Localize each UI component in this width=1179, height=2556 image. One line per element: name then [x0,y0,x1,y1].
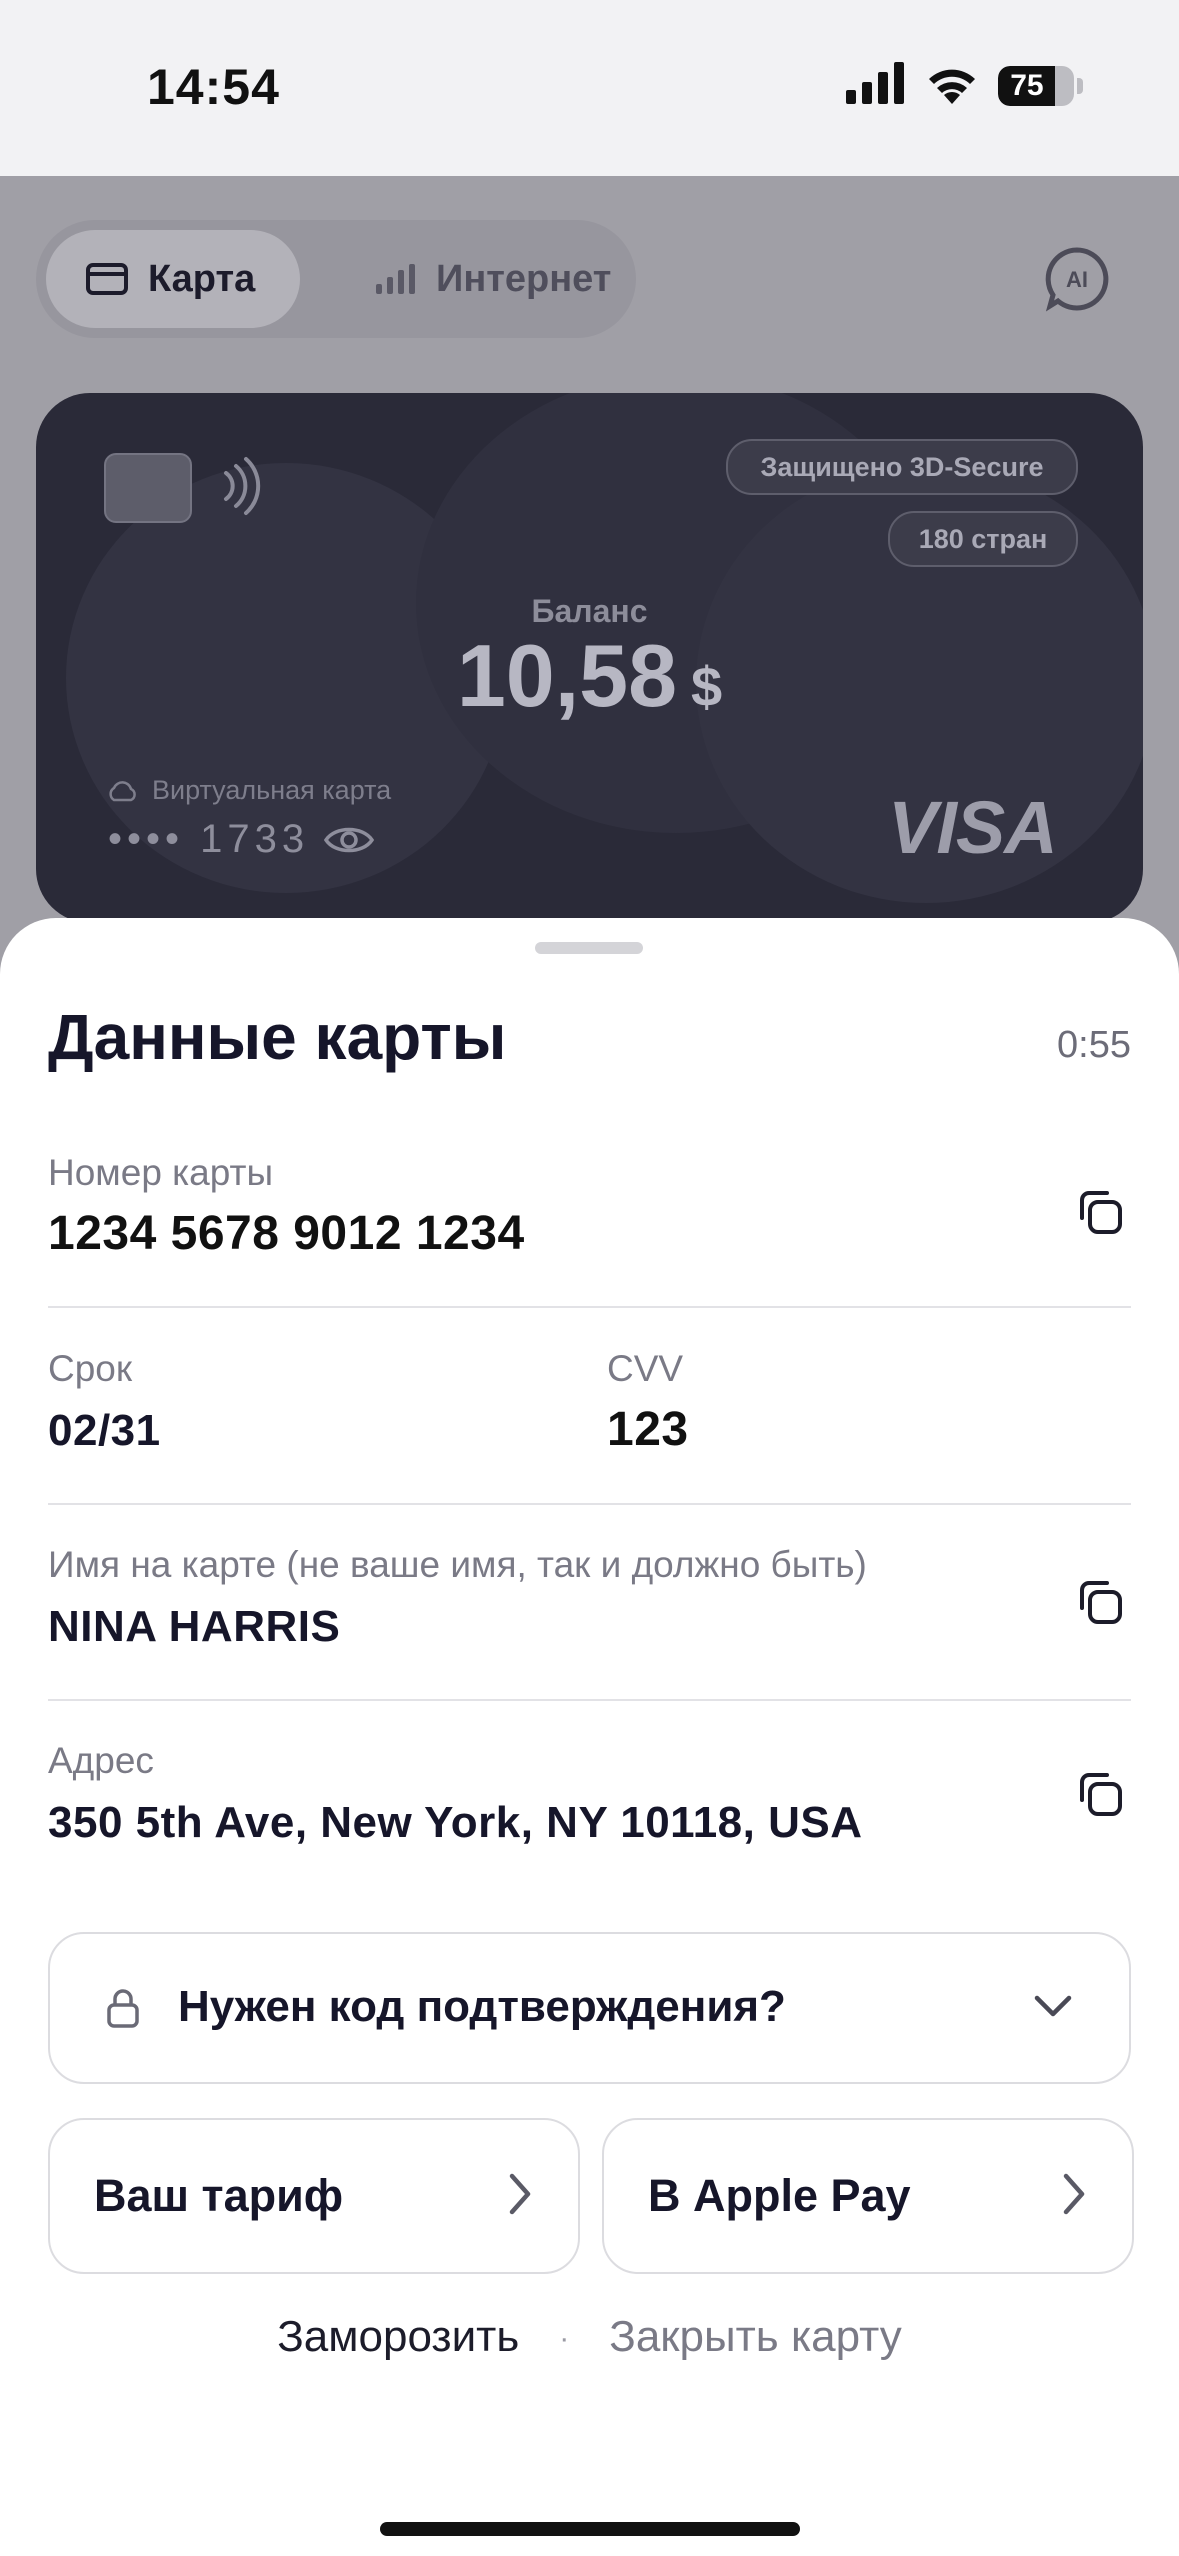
status-time: 14:54 [147,59,280,115]
tab-switcher: Карта Интернет [36,220,636,338]
freeze-card-link[interactable]: Заморозить [277,2312,519,2361]
chevron-right-icon [506,2170,534,2223]
card-number-label: Номер карты [48,1152,274,1193]
battery-cap [1077,78,1083,94]
battery-icon: 75 [998,66,1074,106]
lock-icon [106,1988,140,2033]
address-value: 350 5th Ave, New York, NY 10118, USA [48,1798,863,1847]
tab-card[interactable]: Карта [46,230,300,328]
confirmation-code-label: Нужен код подтверждения? [178,1982,786,2031]
battery-level: 75 [1010,69,1044,102]
card-details-sheet: Данные карты 0:55 Номер карты 1234 5678 … [0,918,1179,2556]
close-card-link[interactable]: Закрыть карту [609,2312,902,2361]
apple-pay-button[interactable]: В Apple Pay [602,2118,1134,2274]
card-icon [86,263,128,295]
cloud-icon [106,780,138,802]
divider [48,1306,1131,1308]
apple-pay-button-label: В Apple Pay [648,2170,911,2221]
cvv-value: 123 [607,1403,689,1456]
badge-countries: 180 стран [888,511,1078,567]
ai-chat-icon: AI [1045,247,1109,312]
balance: 10,58 $ [36,625,1143,727]
reveal-timer: 0:55 [1057,1024,1131,1066]
cardholder-name-value: NINA HARRIS [48,1602,341,1651]
visa-logo: VISA [888,786,1058,869]
chip-icon [104,453,192,523]
divider [48,1699,1131,1701]
wifi-icon [925,62,979,109]
signal-icon [376,264,416,294]
copy-name-icon[interactable] [1074,1576,1126,1633]
card-type-label: Виртуальная карта [152,775,392,805]
copy-address-icon[interactable] [1074,1768,1126,1825]
expiry-label: Срок [48,1348,133,1389]
sheet-title: Данные карты [48,1001,507,1073]
footer-links: Заморозить · Закрыть карту [0,2312,1179,2362]
home-indicator[interactable] [380,2522,800,2536]
address-label: Адрес [48,1740,154,1781]
tariff-button[interactable]: Ваш тариф [48,2118,580,2274]
card-type: Виртуальная карта [106,775,391,806]
card-number-value: 1234 5678 9012 1234 [48,1207,525,1260]
cellular-signal-icon [846,62,906,109]
chevron-down-icon [1033,1992,1073,2025]
tab-internet[interactable]: Интернет [336,230,636,328]
tariff-button-label: Ваш тариф [94,2170,344,2221]
link-separator: · [559,2322,570,2356]
badge-3d-secure: Защищено 3D-Secure [726,439,1078,495]
eye-icon[interactable] [323,823,375,857]
virtual-card[interactable]: Защищено 3D-Secure 180 стран Баланс 10,5… [36,393,1143,923]
confirmation-code-dropdown[interactable]: Нужен код подтверждения? [48,1932,1131,2084]
status-bar: 14:54 75 [0,0,1179,176]
chevron-right-icon [1060,2170,1088,2223]
balance-currency: $ [691,655,723,718]
cvv-label: CVV [607,1348,684,1389]
contactless-icon [220,451,264,526]
sheet-grabber[interactable] [535,942,643,954]
divider [48,1503,1131,1505]
masked-card-number: •••• 1733 [108,817,375,862]
balance-amount: 10,58 [456,626,678,725]
expiry-value: 02/31 [48,1406,161,1455]
tab-internet-label: Интернет [436,257,612,300]
ai-label: AI [1066,267,1088,292]
tab-card-label: Карта [148,257,256,300]
cardholder-name-label: Имя на карте (не ваше имя, так и должно … [48,1544,867,1585]
copy-card-number-icon[interactable] [1074,1186,1126,1243]
ai-chat-button[interactable]: AI [1044,246,1110,317]
masked-number: •••• 1733 [108,817,310,861]
